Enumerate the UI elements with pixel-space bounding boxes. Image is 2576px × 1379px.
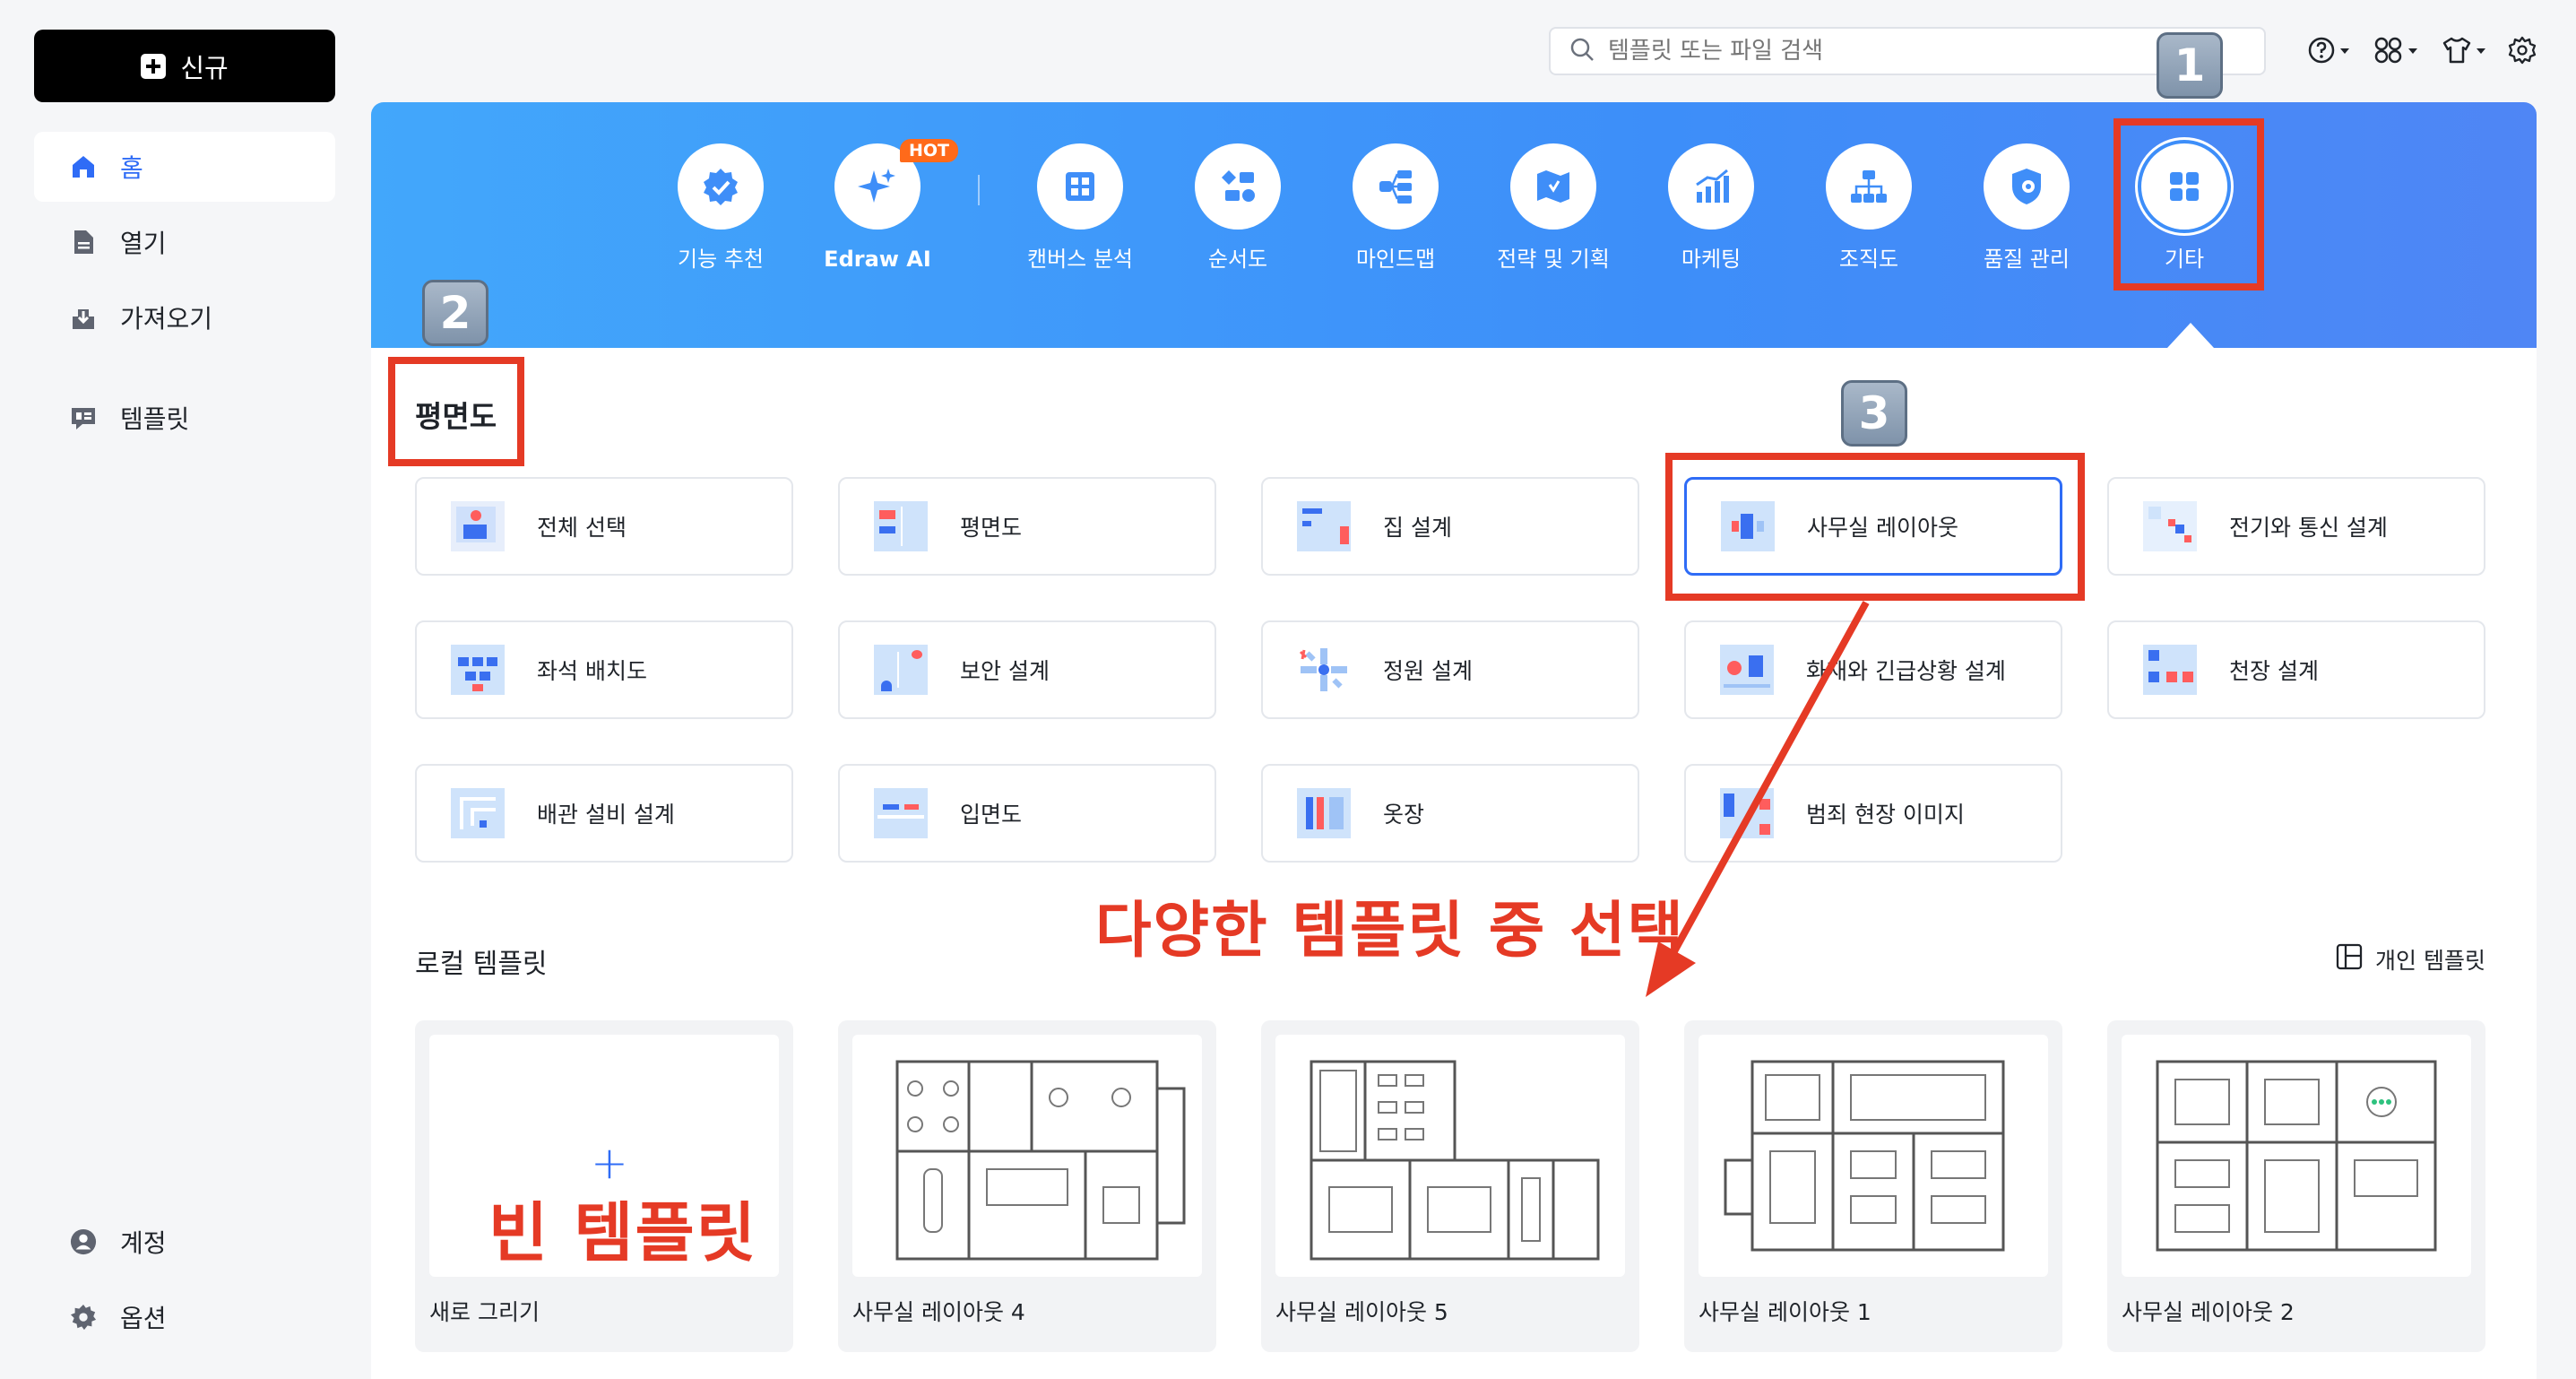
annotation-arrow [1646, 601, 1870, 997]
callout-text: 다양한 템플릿 중 선택 [1095, 896, 1686, 967]
blank-template-annotation: 빈 템플릿 [488, 1195, 758, 1271]
